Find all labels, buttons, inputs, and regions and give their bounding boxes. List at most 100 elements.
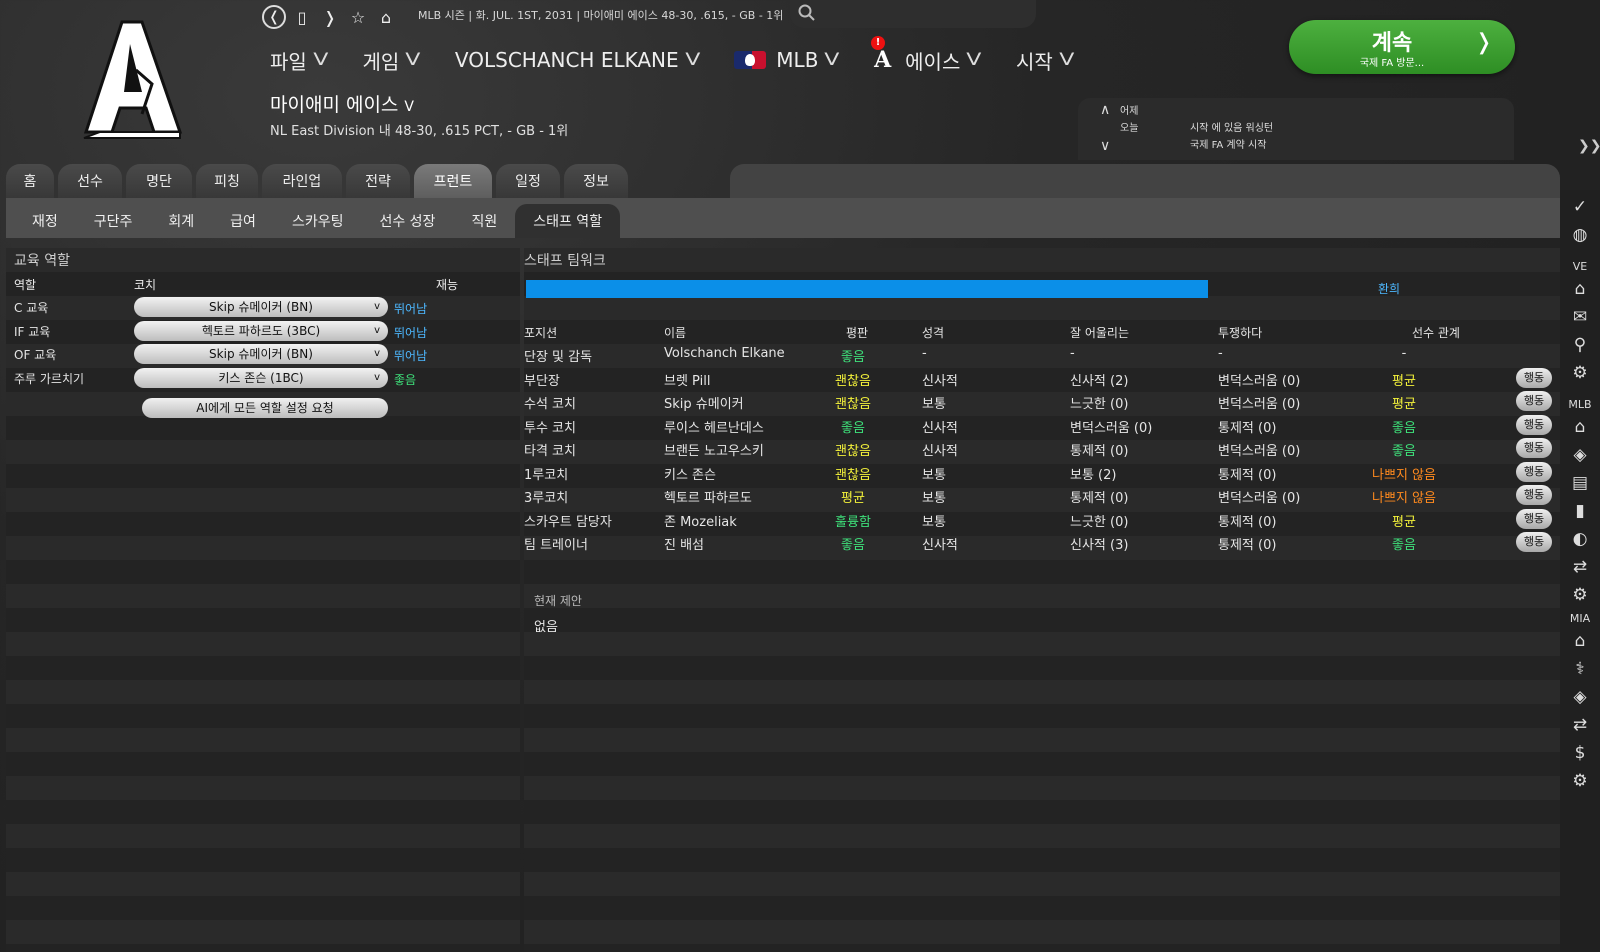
action-button[interactable]: 행동 xyxy=(1516,438,1552,458)
search-input[interactable] xyxy=(790,0,1036,28)
subtab-5[interactable]: 선수 성장 xyxy=(361,204,453,238)
subtab-3[interactable]: 급여 xyxy=(212,204,274,238)
news-down-icon[interactable]: ∨ xyxy=(1100,138,1110,154)
action-button[interactable]: 행동 xyxy=(1516,414,1552,435)
page-icon[interactable]: ▯ xyxy=(290,5,314,29)
menu-league-label: MLB xyxy=(776,48,819,72)
staff-name[interactable]: 진 배섬 xyxy=(664,534,704,553)
forward-arrow-icon[interactable]: ❭ xyxy=(318,5,342,29)
home-icon[interactable]: ⌂ xyxy=(1569,416,1591,438)
staff-name[interactable]: 존 Mozeliak xyxy=(664,511,737,530)
staff-relation: 좋음 xyxy=(1392,420,1416,436)
continue-label: 계속 xyxy=(1371,31,1413,56)
menu-game-label: 게임 xyxy=(362,49,400,74)
gear-icon[interactable]: ⚙ xyxy=(1569,584,1591,606)
staff-fits-with: 통제적 (0) xyxy=(1070,491,1129,506)
staff-position: 3루코치 xyxy=(524,491,569,506)
action-button[interactable]: 행동 xyxy=(1516,508,1552,529)
trade-icon[interactable]: ⇄ xyxy=(1569,556,1591,578)
star-icon[interactable]: ☆ xyxy=(346,5,370,29)
gear-icon[interactable]: ⚙ xyxy=(1569,770,1591,792)
staff-name[interactable]: 루이스 헤르난데스 xyxy=(664,417,764,436)
action-button[interactable]: 행동 xyxy=(1516,485,1552,505)
tab-4[interactable]: 라인업 xyxy=(262,164,342,198)
collapse-sidebar-icon[interactable]: ❯❯ xyxy=(1578,138,1600,154)
dollar-icon[interactable]: $ xyxy=(1569,742,1591,764)
home-icon[interactable]: ⌂ xyxy=(1569,278,1591,300)
subtab-2[interactable]: 회계 xyxy=(150,204,212,238)
team-record: NL East Division 내 48-30, .615 PCT, - GB… xyxy=(270,124,569,139)
scoreboard-icon[interactable]: ▤ xyxy=(1569,472,1591,494)
staff-name[interactable]: 브랜든 노고우스키 xyxy=(664,440,764,459)
staff-name[interactable]: Volschanch Elkane xyxy=(664,346,785,361)
news-up-icon[interactable]: ∧ xyxy=(1100,102,1110,118)
back-arrow-icon[interactable]: ❬ xyxy=(262,5,286,29)
staff-relation: - xyxy=(1401,346,1407,361)
tab-7[interactable]: 일정 xyxy=(496,164,560,198)
staff-name[interactable]: 헥토르 파하르도 xyxy=(664,487,752,506)
staff-reputation: 괜찮음 xyxy=(835,444,871,459)
chevron-down-icon: v xyxy=(374,371,380,383)
coach-select[interactable]: Skip 슈메이커 (BN) v xyxy=(134,344,388,364)
news-ticker: ∧ 어제 오늘 시작 에 있음 워싱턴 국제 FA 계약 시작 ∨ xyxy=(1078,98,1514,160)
medical-icon[interactable]: ⚕ xyxy=(1569,658,1591,680)
globe-icon[interactable]: ◍ xyxy=(1569,224,1591,246)
baseball-icon[interactable]: ◐ xyxy=(1569,528,1591,550)
coach-select[interactable]: 키스 존슨 (1BC) v xyxy=(134,367,388,388)
mail-icon[interactable]: ✉ xyxy=(1569,306,1591,328)
news-item[interactable]: 시작 에 있음 워싱턴 xyxy=(1190,119,1273,134)
menu-game[interactable]: 게임 V xyxy=(362,46,420,75)
diamond-icon[interactable]: ◈ xyxy=(1569,686,1591,708)
staff-name[interactable]: 키스 존슨 xyxy=(664,464,716,483)
staff-name[interactable]: Skip 슈메이커 xyxy=(664,393,744,412)
subtab-4[interactable]: 스카우팅 xyxy=(274,204,362,238)
col-coach: 코치 xyxy=(134,278,157,292)
staff-relation: 나쁘지 않음 xyxy=(1372,491,1436,506)
stats-icon[interactable]: ▮ xyxy=(1569,500,1591,522)
tab-5[interactable]: 전략 xyxy=(346,164,410,198)
tab-3[interactable]: 피칭 xyxy=(196,164,258,198)
subtab-6[interactable]: 직원 xyxy=(453,204,515,238)
search-icon[interactable]: ⚲ xyxy=(1569,334,1591,356)
check-icon[interactable]: ✓ xyxy=(1569,196,1591,218)
staff-position: 타격 코치 xyxy=(524,444,576,459)
menu-manager[interactable]: VOLSCHANCH ELKANE V xyxy=(455,48,700,72)
menu-file[interactable]: 파일 V xyxy=(270,46,328,75)
action-button[interactable]: 행동 xyxy=(1516,532,1552,552)
subtab-1[interactable]: 구단주 xyxy=(76,204,151,238)
talent-value: 뛰어남 xyxy=(394,302,428,316)
home-icon[interactable]: ⌂ xyxy=(1569,630,1591,652)
team-name[interactable]: 마이애미 에이스 V xyxy=(270,90,414,117)
tab-6[interactable]: 프런트 xyxy=(414,164,492,198)
action-button[interactable]: 행동 xyxy=(1516,367,1552,388)
staff-position: 부단장 xyxy=(524,373,560,389)
col-conflicts: 투쟁하다 xyxy=(1218,326,1263,340)
tab-1[interactable]: 선수 xyxy=(58,164,122,198)
chevron-right-icon: ❭ xyxy=(1474,30,1493,55)
news-item[interactable]: 국제 FA 계약 시작 xyxy=(1190,136,1266,151)
home-icon[interactable]: ⌂ xyxy=(374,5,398,29)
continue-button[interactable]: 계속 국제 FA 방문... ❭ xyxy=(1289,20,1515,74)
tab-8[interactable]: 정보 xyxy=(564,164,628,198)
coach-select-value: 키스 존슨 (1BC) xyxy=(218,370,304,385)
diamond-icon[interactable]: ◈ xyxy=(1569,444,1591,466)
coach-select[interactable]: Skip 슈메이커 (BN) v xyxy=(134,297,388,317)
subtab-0[interactable]: 재정 xyxy=(14,204,76,238)
subtab-7[interactable]: 스태프 역할 xyxy=(515,204,621,238)
action-button[interactable]: 행동 xyxy=(1516,461,1552,482)
staff-name[interactable]: 브렛 Pill xyxy=(664,370,710,389)
gear-icon[interactable]: ⚙ xyxy=(1569,362,1591,384)
coach-select[interactable]: 헥토르 파하르도 (3BC) v xyxy=(134,320,388,341)
table-row: 투수 코치 루이스 헤르난데스 좋음 신사적 변덕스러움 (0) 통제적 (0) 좋음 행동 xyxy=(524,413,1560,437)
continue-sublabel: 국제 FA 방문... xyxy=(1359,58,1425,69)
menu-team[interactable]: A 에이스 V xyxy=(874,46,982,75)
menu-start[interactable]: 시작 V xyxy=(1016,46,1074,75)
menu-league[interactable]: MLB V xyxy=(734,48,840,72)
tab-0[interactable]: 홈 xyxy=(6,164,54,198)
trade-icon[interactable]: ⇄ xyxy=(1569,714,1591,736)
tab-2[interactable]: 명단 xyxy=(126,164,192,198)
staff-personality: 신사적 xyxy=(922,373,958,389)
action-button[interactable]: 행동 xyxy=(1516,391,1552,411)
ai-set-roles-button[interactable]: AI에게 모든 역할 설정 요청 xyxy=(142,398,388,418)
panel-title: 교육 역할 xyxy=(14,253,70,269)
